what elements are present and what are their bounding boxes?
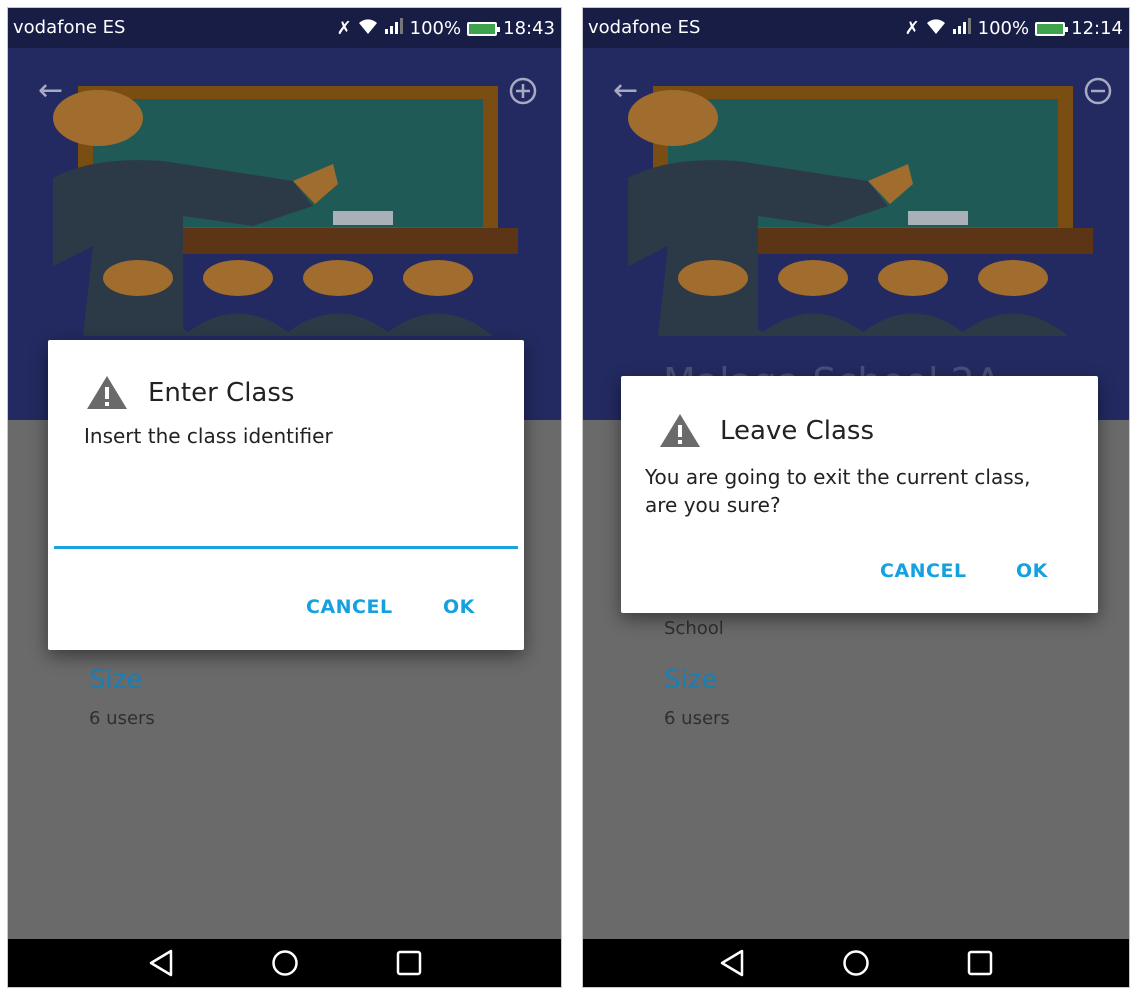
back-nav-icon[interactable] — [705, 941, 759, 985]
navigation-bar — [8, 939, 561, 987]
size-label: Size — [89, 665, 143, 695]
phone-screen-leave-class: vodafone ES ✗ 100% 12:14 ← M — [582, 7, 1130, 988]
battery-icon — [467, 21, 501, 36]
leave-class-dialog: Leave Class You are going to exit the cu… — [621, 376, 1098, 613]
signal-icon — [384, 18, 404, 39]
recents-nav-icon[interactable] — [382, 941, 436, 985]
school-value: School — [664, 618, 724, 639]
dialog-title: Leave Class — [720, 416, 875, 446]
enter-class-dialog: Enter Class Insert the class identifier … — [48, 340, 524, 650]
wifi-icon — [926, 17, 946, 40]
status-icons: ✗ 100% 18:43 — [337, 17, 555, 40]
status-bar: vodafone ES ✗ 100% 18:43 — [8, 8, 561, 48]
phone-screen-enter-class: vodafone ES ✗ 100% 18:43 ← Size 6 users … — [7, 7, 562, 988]
back-nav-icon[interactable] — [134, 941, 188, 985]
home-nav-icon[interactable] — [258, 941, 312, 985]
navigation-bar — [583, 939, 1129, 987]
classroom-illustration — [53, 86, 518, 336]
status-bar: vodafone ES ✗ 100% 12:14 — [583, 8, 1129, 48]
carrier-label: vodafone ES — [13, 17, 126, 38]
cancel-button[interactable]: CANCEL — [880, 560, 967, 582]
cancel-button[interactable]: CANCEL — [306, 596, 393, 618]
status-icons: ✗ 100% 12:14 — [905, 17, 1123, 40]
dialog-message-line1: You are going to exit the current class, — [645, 465, 1031, 489]
classroom-illustration — [628, 86, 1093, 336]
clock: 12:14 — [1071, 18, 1123, 39]
clock: 18:43 — [503, 18, 555, 39]
home-nav-icon[interactable] — [829, 941, 883, 985]
battery-icon — [1035, 21, 1069, 36]
size-label: Size — [664, 665, 718, 695]
dialog-title: Enter Class — [148, 378, 295, 408]
input-underline — [54, 546, 518, 549]
signal-icon — [952, 18, 972, 39]
carrier-label: vodafone ES — [588, 17, 701, 38]
size-value: 6 users — [89, 708, 155, 729]
recents-nav-icon[interactable] — [953, 941, 1007, 985]
vibrate-off-icon: ✗ — [336, 17, 352, 39]
warning-icon — [87, 376, 127, 409]
ok-button[interactable]: OK — [1016, 560, 1048, 582]
wifi-icon — [358, 17, 378, 40]
ok-button[interactable]: OK — [443, 596, 475, 618]
warning-icon — [660, 414, 700, 447]
size-value: 6 users — [664, 708, 730, 729]
dialog-message: Insert the class identifier — [84, 424, 333, 448]
battery-percent: 100% — [977, 18, 1030, 39]
vibrate-off-icon: ✗ — [904, 17, 920, 39]
class-identifier-input[interactable] — [54, 500, 518, 550]
dialog-message-line2: are you sure? — [645, 493, 781, 517]
battery-percent: 100% — [409, 18, 462, 39]
